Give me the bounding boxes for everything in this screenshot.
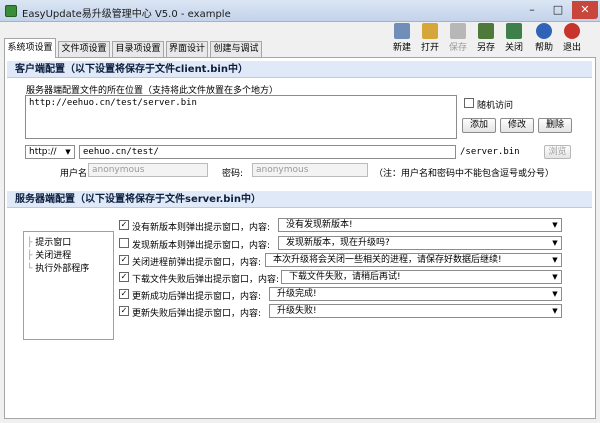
chevron-down-icon: ▼ [552, 256, 558, 264]
maximize-button[interactable]: □ [546, 1, 570, 19]
prompt-new-version-label: 发现新版本则弹出提示窗口，内容: [132, 241, 271, 251]
credentials-note: （注：用户名和密码中不能包含逗号或分号） [374, 169, 555, 179]
help-button[interactable]: 帮助 [530, 22, 558, 53]
prompt-download-failed-label: 下载文件失败后弹出提示窗口，内容: [132, 275, 280, 285]
protocol-select[interactable]: http:// ▼ [25, 145, 75, 159]
app-icon [5, 5, 17, 17]
exit-button[interactable]: 退出 [558, 22, 586, 53]
tree-item-prompt-window[interactable]: ├ 提示窗口 [27, 235, 71, 248]
title-bar: EasyUpdate易升级管理中心 V5.0 - example – □ ✕ [0, 0, 600, 22]
password-label: 密码: [222, 169, 244, 179]
client-config-heading: 客户端配置（以下设置将保存于文件client.bin中） [7, 61, 592, 78]
chevron-down-icon: ▼ [65, 148, 71, 156]
prompt-new-version-select[interactable]: 发现新版本，现在升级吗? ▼ [278, 236, 562, 250]
random-access-checkbox[interactable] [464, 98, 474, 108]
chevron-down-icon: ▼ [552, 307, 558, 315]
server-file-suffix: /server.bin [460, 147, 520, 157]
close-window-button[interactable]: ✕ [572, 1, 598, 19]
chevron-down-icon: ▼ [552, 239, 558, 247]
prompt-no-new-version-label: 没有新版本则弹出提示窗口，内容: [132, 223, 271, 233]
server-config-heading: 服务器端配置（以下设置将保存于文件server.bin中） [7, 191, 592, 208]
prompt-update-failed-select[interactable]: 升级失败! ▼ [269, 304, 562, 318]
tab-build-debug[interactable]: 创建与调试 [210, 41, 262, 58]
server-options-tree[interactable]: ├ 提示窗口 ├ 关闭进程 └ 执行外部程序 [23, 231, 114, 340]
url-list-item[interactable]: http://eehuo.cn/test/server.bin [29, 98, 197, 108]
tree-item-run-external[interactable]: └ 执行外部程序 [27, 261, 89, 274]
username-label: 用户名: [60, 169, 91, 179]
prompt-update-success-checkbox[interactable]: ✓ [119, 289, 129, 299]
prompt-close-process-checkbox[interactable]: ✓ [119, 255, 129, 265]
delete-button[interactable]: 删除 [538, 118, 572, 133]
url-list[interactable]: http://eehuo.cn/test/server.bin [25, 95, 457, 139]
chevron-down-icon: ▼ [552, 290, 558, 298]
prompt-close-process-select[interactable]: 本次升级将会关闭一些相关的进程，请保存好数据后继续! ▼ [265, 253, 562, 267]
random-access-label: 随机访问 [477, 101, 514, 111]
help-icon [536, 23, 552, 39]
prompt-download-failed-checkbox[interactable]: ✓ [119, 272, 129, 282]
prompt-new-version-checkbox[interactable] [119, 238, 129, 248]
save-button[interactable]: 保存 [444, 22, 472, 53]
chevron-down-icon: ▼ [552, 221, 558, 229]
password-input[interactable]: anonymous [252, 163, 368, 177]
new-file-icon [394, 23, 410, 39]
prompt-update-success-select[interactable]: 升级完成! ▼ [269, 287, 562, 301]
browse-button[interactable]: 浏览 [544, 145, 571, 159]
save-icon [450, 23, 466, 39]
close-file-icon [506, 23, 522, 39]
chevron-down-icon: ▼ [552, 273, 558, 281]
prompt-no-new-version-checkbox[interactable]: ✓ [119, 220, 129, 230]
minimize-button[interactable]: – [520, 1, 544, 19]
tab-directory-settings[interactable]: 目录项设置 [112, 41, 164, 58]
add-button[interactable]: 添加 [462, 118, 496, 133]
save-as-button[interactable]: 另存 [472, 22, 500, 53]
server-host-input[interactable]: eehuo.cn/test/ [79, 145, 456, 159]
tab-system-settings[interactable]: 系统项设置 [4, 38, 56, 58]
prompt-download-failed-select[interactable]: 下载文件失败，请稍后再试! ▼ [281, 270, 562, 284]
prompt-no-new-version-select[interactable]: 没有发现新版本! ▼ [278, 218, 562, 232]
prompt-update-failed-checkbox[interactable]: ✓ [119, 306, 129, 316]
modify-button[interactable]: 修改 [500, 118, 534, 133]
prompt-update-failed-label: 更新失败后弹出提示窗口，内容: [132, 309, 262, 319]
close-file-button[interactable]: 关闭 [500, 22, 528, 53]
open-folder-icon [422, 23, 438, 39]
tab-file-settings[interactable]: 文件项设置 [58, 41, 110, 58]
prompt-update-success-label: 更新成功后弹出提示窗口，内容: [132, 292, 262, 302]
save-as-icon [478, 23, 494, 39]
new-button[interactable]: 新建 [388, 22, 416, 53]
username-input[interactable]: anonymous [88, 163, 208, 177]
window-title: EasyUpdate易升级管理中心 V5.0 - example [22, 9, 231, 20]
tab-interface-design[interactable]: 界面设计 [166, 41, 208, 58]
open-button[interactable]: 打开 [416, 22, 444, 53]
tree-item-close-process[interactable]: ├ 关闭进程 [27, 248, 71, 261]
exit-icon [564, 23, 580, 39]
prompt-close-process-label: 关闭进程前弹出提示窗口，内容: [132, 258, 262, 268]
